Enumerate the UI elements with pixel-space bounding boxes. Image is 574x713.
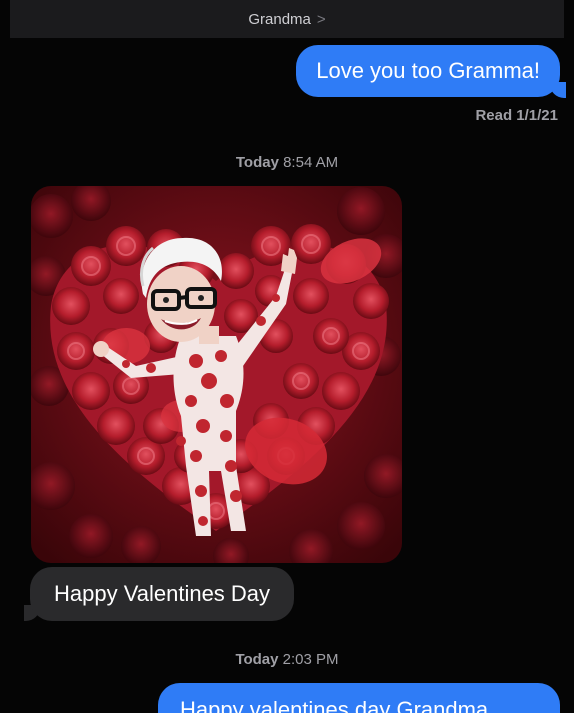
message-text: Happy Valentines Day <box>54 581 271 606</box>
timestamp: Today 8:54 AM <box>0 154 574 171</box>
conversation-header[interactable]: Grandma > <box>10 0 564 38</box>
sent-message-bubble[interactable]: Love you too Gramma! <box>296 45 560 97</box>
message-text: Love you too Gramma! <box>316 58 540 83</box>
messages-screen: Grandma > Love you too Gramma! Read 1/1/… <box>0 0 574 713</box>
timestamp-time: 8:54 AM <box>283 154 339 171</box>
timestamp-day: Today <box>235 154 279 171</box>
rose-heart-illustration <box>31 186 402 563</box>
message-text: Happy valentines day Grandma <box>180 697 489 713</box>
received-message-bubble[interactable]: Happy Valentines Day <box>30 567 295 621</box>
contact-name[interactable]: Grandma <box>248 11 311 28</box>
read-receipt: Read 1/1/21 <box>475 107 558 124</box>
sent-message-bubble[interactable]: Happy valentines day Grandma <box>158 683 560 713</box>
timestamp: Today 2:03 PM <box>0 651 574 668</box>
bitmoji-valentine-image[interactable] <box>31 186 402 563</box>
timestamp-day: Today <box>235 651 279 668</box>
timestamp-time: 2:03 PM <box>282 651 339 668</box>
chevron-right-icon[interactable]: > <box>317 11 326 28</box>
